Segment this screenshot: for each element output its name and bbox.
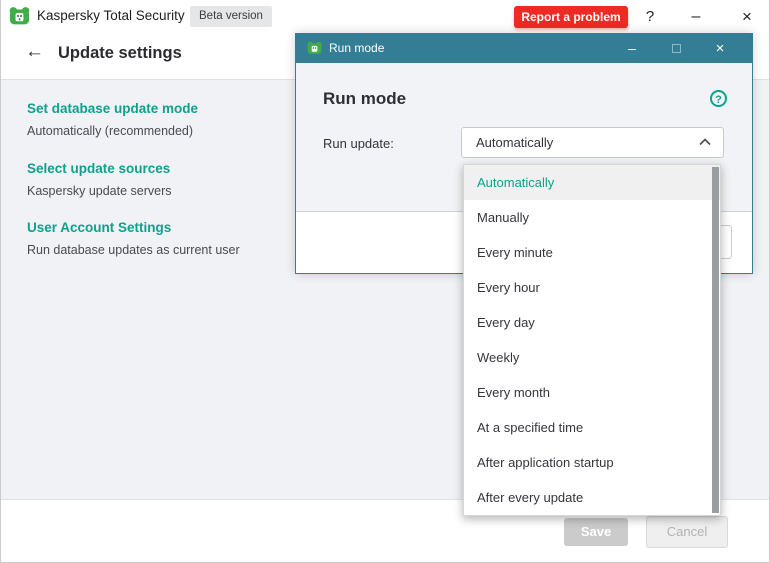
window-minimize-button[interactable]: – bbox=[685, 0, 707, 33]
update-sources-value: Kaspersky update servers bbox=[27, 184, 172, 198]
dropdown-option[interactable]: Every minute bbox=[464, 235, 720, 270]
dropdown-option[interactable]: Manually bbox=[464, 200, 720, 235]
dialog-title: Run mode bbox=[329, 41, 385, 55]
dropdown-option[interactable]: After application startup bbox=[464, 445, 720, 480]
dropdown-option[interactable]: Every month bbox=[464, 375, 720, 410]
app-title: Kaspersky Total Security bbox=[37, 8, 185, 23]
database-update-mode-value: Automatically (recommended) bbox=[27, 124, 194, 138]
dropdown-option[interactable]: Weekly bbox=[464, 340, 720, 375]
cancel-button[interactable]: Cancel bbox=[646, 516, 728, 548]
dropdown-option[interactable]: At a specified time bbox=[464, 410, 720, 445]
window-titlebar: Kaspersky Total Security Beta version Re… bbox=[1, 0, 769, 33]
window-close-button[interactable]: × bbox=[736, 0, 758, 33]
dropdown-option[interactable]: Every hour bbox=[464, 270, 720, 305]
dialog-minimize-button[interactable]: – bbox=[619, 34, 645, 63]
chevron-up-icon bbox=[699, 138, 711, 146]
report-a-problem-button[interactable]: Report a problem bbox=[514, 6, 628, 28]
setting-group-update-sources: Select update sources Kaspersky update s… bbox=[27, 161, 172, 198]
run-update-label: Run update: bbox=[323, 136, 394, 151]
dropdown-scrollbar[interactable] bbox=[712, 167, 719, 513]
back-arrow-icon[interactable]: ← bbox=[25, 41, 44, 63]
kaspersky-bear-icon bbox=[9, 7, 30, 25]
page-header: ← Update settings bbox=[1, 33, 295, 79]
dialog-maximize-button bbox=[663, 34, 689, 63]
combobox-value: Automatically bbox=[476, 135, 554, 150]
dialog-close-button[interactable]: × bbox=[707, 34, 733, 63]
dropdown-option[interactable]: After every update bbox=[464, 480, 720, 515]
beta-badge: Beta version bbox=[190, 6, 272, 27]
window-help-button[interactable]: ? bbox=[639, 0, 661, 33]
user-account-settings-link[interactable]: User Account Settings bbox=[27, 220, 240, 235]
dropdown-option[interactable]: Automatically bbox=[464, 165, 720, 200]
run-update-combobox[interactable]: Automatically bbox=[461, 127, 724, 158]
kaspersky-bear-icon bbox=[307, 41, 322, 54]
run-update-dropdown-list: Automatically Manually Every minute Every h… bbox=[463, 164, 721, 516]
user-account-value: Run database updates as current user bbox=[27, 243, 240, 257]
set-database-update-mode-link[interactable]: Set database update mode bbox=[27, 101, 198, 116]
dropdown-option[interactable]: Every day bbox=[464, 305, 720, 340]
kaspersky-window: Kaspersky Total Security Beta version Re… bbox=[0, 0, 770, 563]
select-update-sources-link[interactable]: Select update sources bbox=[27, 161, 172, 176]
dialog-titlebar: Run mode – × bbox=[296, 34, 752, 63]
maximize-icon bbox=[671, 44, 681, 53]
setting-group-database-update-mode: Set database update mode Automatically (… bbox=[27, 101, 198, 138]
setting-group-user-account: User Account Settings Run database updat… bbox=[27, 220, 240, 257]
page-title: Update settings bbox=[58, 44, 182, 62]
save-button[interactable]: Save bbox=[564, 518, 628, 546]
help-icon[interactable]: ? bbox=[710, 90, 727, 107]
dialog-heading: Run mode bbox=[323, 89, 407, 108]
dropdown-items: Automatically Manually Every minute Every h… bbox=[464, 165, 720, 515]
